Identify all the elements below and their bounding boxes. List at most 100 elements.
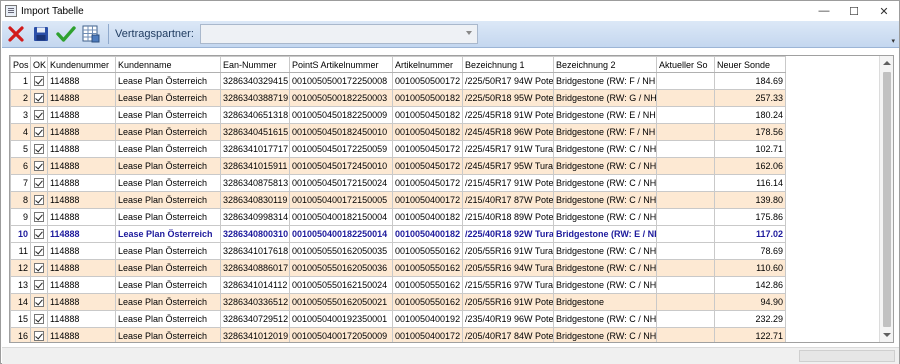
table-body: 1 114888 Lease Plan Österreich 328634032941… xyxy=(10,72,786,342)
column-header[interactable]: OK xyxy=(30,56,48,73)
neuer-sonderpreis-cell: 116.14 xyxy=(714,174,786,192)
ok-cell[interactable] xyxy=(30,242,48,260)
close-x-icon[interactable] xyxy=(5,23,27,45)
ok-cell[interactable] xyxy=(30,208,48,226)
ok-cell[interactable] xyxy=(30,310,48,328)
ok-checkbox[interactable] xyxy=(34,246,44,257)
scroll-up-icon[interactable] xyxy=(883,61,891,65)
ok-cell[interactable] xyxy=(30,157,48,175)
bezeichnung2-cell: Bridgestone xyxy=(553,293,657,311)
toolbar-overflow-icon[interactable]: ▾ xyxy=(891,37,895,45)
ok-cell[interactable] xyxy=(30,293,48,311)
artikelnummer-cell: 0010050400172 xyxy=(392,327,463,342)
table-row[interactable]: 7 114888 Lease Plan Österreich 328634087581… xyxy=(10,174,786,192)
table-row[interactable]: 5 114888 Lease Plan Österreich 328634101771… xyxy=(10,140,786,158)
table-row[interactable]: 2 114888 Lease Plan Österreich 328634038871… xyxy=(10,89,786,107)
artikelnummer-cell: 0010050400182 xyxy=(392,225,463,243)
ok-cell[interactable] xyxy=(30,174,48,192)
ok-checkbox[interactable] xyxy=(34,229,44,240)
status-panel xyxy=(799,350,895,362)
table-row[interactable]: 6 114888 Lease Plan Österreich 328634101591… xyxy=(10,157,786,175)
ok-checkbox[interactable] xyxy=(34,314,44,325)
table-row[interactable]: 12 114888 Lease Plan Österreich 32863408860… xyxy=(10,259,786,277)
ok-checkbox[interactable] xyxy=(34,178,44,189)
table-export-icon[interactable] xyxy=(80,23,102,45)
import-data-grid[interactable]: Pos OK Kundenummer Kundenname Ean-Nummer Poin… xyxy=(9,55,894,343)
ok-checkbox[interactable] xyxy=(34,127,44,138)
ok-cell[interactable] xyxy=(30,327,48,342)
save-icon[interactable] xyxy=(30,23,52,45)
column-header[interactable]: Ean-Nummer xyxy=(220,56,290,73)
table-row[interactable]: 11 114888 Lease Plan Österreich 32863410176… xyxy=(10,242,786,260)
kundenname-cell: Lease Plan Österreich xyxy=(115,72,221,90)
bezeichnung1-cell: /215/40R17 87W Potenza xyxy=(462,191,554,209)
bezeichnung2-cell: Bridgestone (RW: C / NH xyxy=(553,327,657,342)
aktueller-sonderpreis-cell xyxy=(656,225,715,243)
ok-cell[interactable] xyxy=(30,72,48,90)
ok-cell[interactable] xyxy=(30,123,48,141)
ok-checkbox[interactable] xyxy=(34,195,44,206)
aktueller-sonderpreis-cell xyxy=(656,174,715,192)
table-row[interactable]: 8 114888 Lease Plan Österreich 328634083011… xyxy=(10,191,786,209)
scroll-down-icon[interactable] xyxy=(883,333,891,337)
aktueller-sonderpreis-cell xyxy=(656,276,715,294)
column-header[interactable]: Bezeichnung 2 xyxy=(553,56,657,73)
table-row[interactable]: 3 114888 Lease Plan Österreich 328634065131… xyxy=(10,106,786,124)
table-row[interactable]: 10 114888 Lease Plan Österreich 32863408003… xyxy=(10,225,786,243)
column-header[interactable]: Kundenname xyxy=(115,56,221,73)
table-row[interactable]: 15 114888 Lease Plan Österreich 32863407295… xyxy=(10,310,786,328)
ok-checkbox[interactable] xyxy=(34,144,44,155)
aktueller-sonderpreis-cell xyxy=(656,89,715,107)
neuer-sonderpreis-cell: 117.02 xyxy=(714,225,786,243)
column-header[interactable]: Kundenummer xyxy=(47,56,116,73)
close-window-button[interactable]: ✕ xyxy=(869,1,899,21)
table-row[interactable]: 13 114888 Lease Plan Österreich 32863410141… xyxy=(10,276,786,294)
ok-checkbox[interactable] xyxy=(34,331,44,342)
title-bar[interactable]: Import Tabelle — ☐ ✕ xyxy=(1,1,899,21)
column-header[interactable]: Neuer Sonde xyxy=(714,56,786,73)
ok-cell[interactable] xyxy=(30,276,48,294)
toolbar-separator xyxy=(108,24,109,44)
ean-cell: 3286340875813 xyxy=(220,174,290,192)
ok-cell[interactable] xyxy=(30,140,48,158)
ok-checkbox[interactable] xyxy=(34,110,44,121)
ok-checkbox[interactable] xyxy=(34,297,44,308)
scroll-thumb[interactable] xyxy=(883,72,891,327)
ok-checkbox[interactable] xyxy=(34,76,44,87)
ok-checkbox[interactable] xyxy=(34,161,44,172)
ok-cell[interactable] xyxy=(30,225,48,243)
artikelnummer-cell: 0010050550162 xyxy=(392,293,463,311)
pos-cell: 16 xyxy=(10,327,31,342)
column-header[interactable]: Artikelnummer xyxy=(392,56,463,73)
ok-checkbox[interactable] xyxy=(34,212,44,223)
column-header[interactable]: Aktueller So xyxy=(656,56,715,73)
table-row[interactable]: 9 114888 Lease Plan Österreich 328634099831… xyxy=(10,208,786,226)
checkmark-icon[interactable] xyxy=(55,23,77,45)
column-header[interactable]: Bezeichnung 1 xyxy=(462,56,554,73)
ean-cell: 3286340651318 xyxy=(220,106,290,124)
ok-checkbox[interactable] xyxy=(34,263,44,274)
pos-cell: 1 xyxy=(10,72,31,90)
table-row[interactable]: 16 114888 Lease Plan Österreich 32863410120… xyxy=(10,327,786,342)
ok-cell[interactable] xyxy=(30,191,48,209)
points-artikelnummer-cell: 0010050400172050009 xyxy=(289,327,393,342)
ok-checkbox[interactable] xyxy=(34,93,44,104)
kundenname-cell: Lease Plan Österreich xyxy=(115,140,221,158)
table-row[interactable]: 1 114888 Lease Plan Österreich 328634032941… xyxy=(10,72,786,90)
table-row[interactable]: 4 114888 Lease Plan Österreich 328634045161… xyxy=(10,123,786,141)
ok-cell[interactable] xyxy=(30,259,48,277)
maximize-button[interactable]: ☐ xyxy=(839,1,869,21)
minimize-button[interactable]: — xyxy=(809,1,839,21)
ok-cell[interactable] xyxy=(30,89,48,107)
vertragspartner-select[interactable] xyxy=(199,24,478,44)
column-header[interactable]: PointS Artikelnummer xyxy=(289,56,393,73)
table-row[interactable]: 14 114888 Lease Plan Österreich 32863403365… xyxy=(10,293,786,311)
artikelnummer-cell: 0010050550162 xyxy=(392,242,463,260)
vertical-scrollbar[interactable] xyxy=(879,56,893,342)
pos-cell: 2 xyxy=(10,89,31,107)
ok-checkbox[interactable] xyxy=(34,280,44,291)
chevron-down-icon xyxy=(465,31,472,35)
kundennummer-cell: 114888 xyxy=(47,293,116,311)
column-header[interactable]: Pos xyxy=(10,56,31,73)
ok-cell[interactable] xyxy=(30,106,48,124)
